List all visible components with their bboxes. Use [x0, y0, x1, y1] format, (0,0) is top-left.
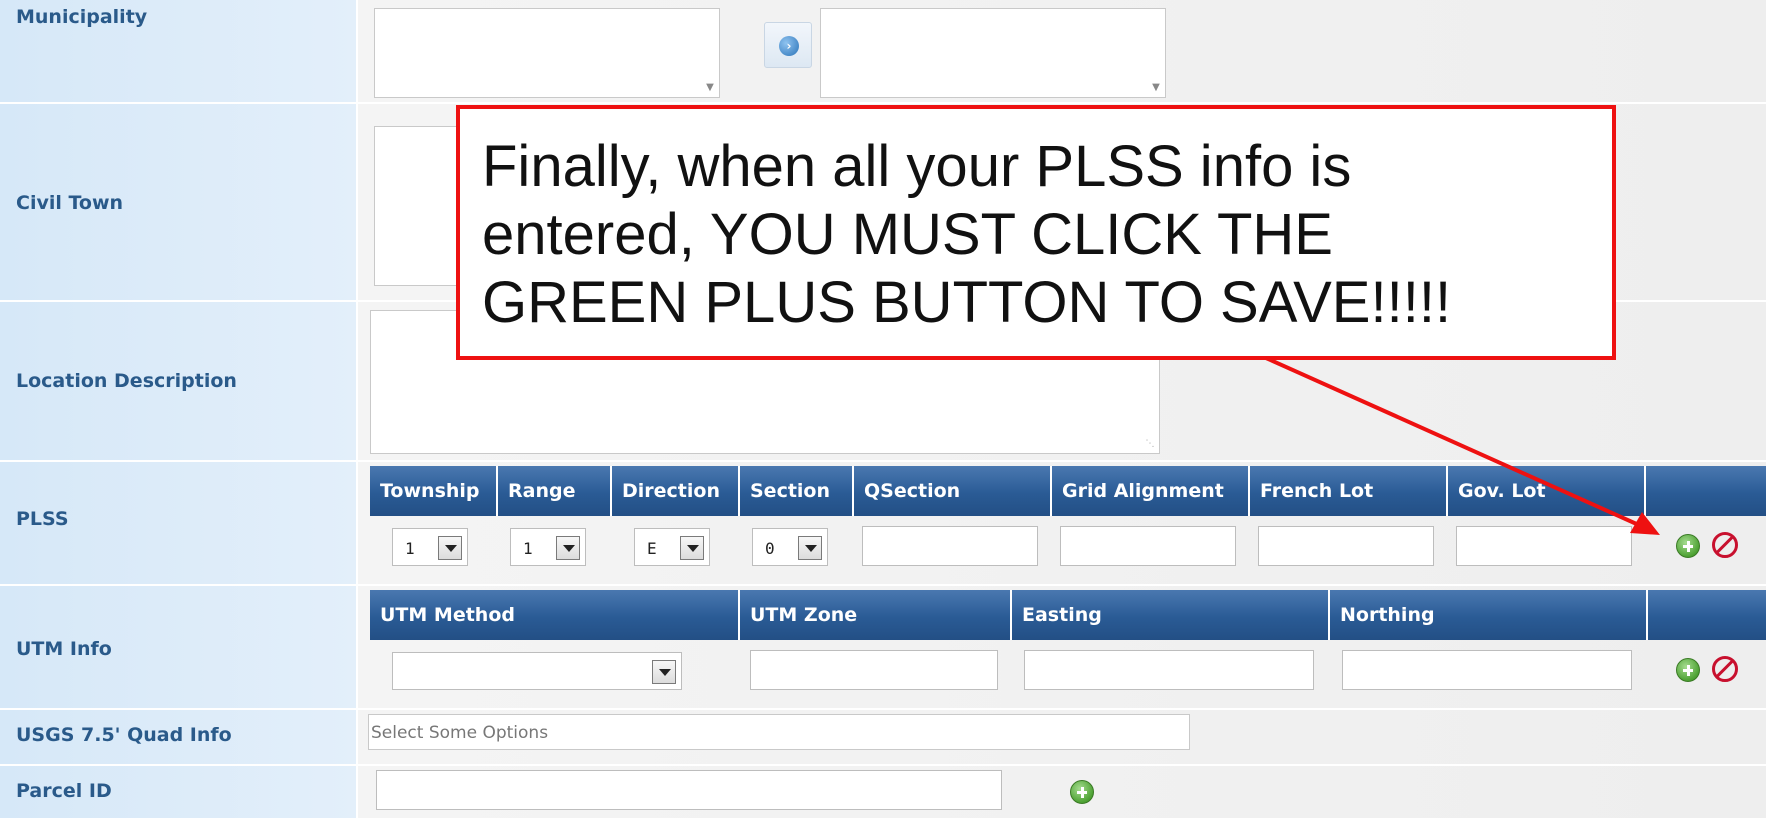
- column-direction: Direction: [612, 466, 740, 516]
- column-qsection: QSection: [854, 466, 1052, 516]
- instruction-callout: Finally, when all your PLSS info is ente…: [456, 105, 1616, 360]
- column-utm-zone: UTM Zone: [740, 590, 1012, 640]
- french-lot-input[interactable]: [1258, 526, 1434, 566]
- callout-line-1: Finally, when all your PLSS info is: [482, 134, 1352, 199]
- civil-town-label: Civil Town: [16, 192, 124, 214]
- municipality-label-cell: Municipality: [0, 0, 356, 104]
- location-description-label: Location Description: [16, 370, 237, 392]
- scroll-down-icon[interactable]: ▼: [1151, 83, 1161, 93]
- municipality-selected-list[interactable]: ▼: [820, 8, 1166, 98]
- move-municipality-button[interactable]: ›: [764, 22, 812, 68]
- utm-grid-header: UTM Method UTM Zone Easting Northing: [370, 590, 1766, 640]
- qsection-input[interactable]: [862, 526, 1038, 566]
- plss-label: PLSS: [16, 508, 69, 530]
- municipality-label: Municipality: [16, 6, 148, 28]
- location-description-label-cell: Location Description: [0, 302, 356, 462]
- plss-grid-header: Township Range Direction Section QSectio…: [370, 466, 1766, 516]
- municipality-available-list[interactable]: ▼: [374, 8, 720, 98]
- utm-info-row: UTM Info UTM Method UTM Zone Easting Nor…: [0, 586, 1766, 710]
- direction-value: E: [647, 539, 657, 558]
- column-grid-alignment: Grid Alignment: [1052, 466, 1250, 516]
- parcel-id-input[interactable]: [376, 770, 1002, 810]
- parcel-id-field-cell: [358, 766, 1766, 820]
- column-northing: Northing: [1330, 590, 1648, 640]
- usgs-quad-field-cell: Select Some Options: [358, 710, 1766, 766]
- range-value: 1: [523, 539, 533, 558]
- add-utm-button[interactable]: [1676, 658, 1700, 682]
- plss-label-cell: PLSS: [0, 462, 356, 586]
- dropdown-arrow-icon[interactable]: [652, 660, 676, 684]
- section-select[interactable]: 0: [752, 528, 828, 566]
- township-select[interactable]: 1: [392, 528, 468, 566]
- utm-method-select[interactable]: [392, 652, 682, 690]
- column-township: Township: [370, 466, 498, 516]
- grid-alignment-input[interactable]: [1060, 526, 1236, 566]
- utm-info-label: UTM Info: [16, 638, 112, 660]
- dropdown-arrow-icon[interactable]: [680, 536, 704, 560]
- column-actions: [1648, 590, 1766, 640]
- scroll-down-icon[interactable]: ▼: [705, 83, 715, 93]
- cancel-utm-button[interactable]: [1712, 656, 1738, 682]
- usgs-quad-label: USGS 7.5' Quad Info: [16, 724, 232, 746]
- plss-field-cell: Township Range Direction Section QSectio…: [358, 462, 1766, 586]
- civil-town-label-cell: Civil Town: [0, 104, 356, 302]
- column-range: Range: [498, 466, 612, 516]
- parcel-id-label: Parcel ID: [16, 780, 112, 802]
- gov-lot-input[interactable]: [1456, 526, 1632, 566]
- dropdown-arrow-icon[interactable]: [438, 536, 462, 560]
- column-french-lot: French Lot: [1250, 466, 1448, 516]
- cancel-plss-button[interactable]: [1712, 532, 1738, 558]
- add-parcel-button[interactable]: [1070, 780, 1094, 804]
- northing-input[interactable]: [1342, 650, 1632, 690]
- utm-info-field-cell: UTM Method UTM Zone Easting Northing: [358, 586, 1766, 710]
- range-select[interactable]: 1: [510, 528, 586, 566]
- callout-line-2: entered, YOU MUST CLICK THE: [482, 202, 1333, 267]
- usgs-quad-select[interactable]: Select Some Options: [368, 714, 1190, 750]
- column-section: Section: [740, 466, 854, 516]
- municipality-field-cell: ▼ › ▼: [358, 0, 1766, 104]
- dropdown-arrow-icon[interactable]: [798, 536, 822, 560]
- parcel-id-row: Parcel ID: [0, 766, 1766, 820]
- easting-input[interactable]: [1024, 650, 1314, 690]
- parcel-id-label-cell: Parcel ID: [0, 766, 356, 820]
- plss-row: PLSS Township Range Direction Section QS…: [0, 462, 1766, 586]
- township-value: 1: [405, 539, 415, 558]
- dropdown-arrow-icon[interactable]: [556, 536, 580, 560]
- usgs-quad-label-cell: USGS 7.5' Quad Info: [0, 710, 356, 766]
- add-plss-button[interactable]: [1676, 534, 1700, 558]
- utm-zone-input[interactable]: [750, 650, 998, 690]
- resize-handle-icon[interactable]: ⋱: [1145, 439, 1155, 449]
- column-gov-lot: Gov. Lot: [1448, 466, 1646, 516]
- column-actions: [1646, 466, 1766, 516]
- info-icon: ›: [779, 36, 799, 56]
- callout-line-3: GREEN PLUS BUTTON TO SAVE!!!!!: [482, 270, 1452, 335]
- column-utm-method: UTM Method: [370, 590, 740, 640]
- column-easting: Easting: [1012, 590, 1330, 640]
- direction-select[interactable]: E: [634, 528, 710, 566]
- section-value: 0: [765, 539, 775, 558]
- municipality-row: Municipality ▼ › ▼: [0, 0, 1766, 104]
- utm-info-label-cell: UTM Info: [0, 586, 356, 710]
- usgs-quad-row: USGS 7.5' Quad Info Select Some Options: [0, 710, 1766, 766]
